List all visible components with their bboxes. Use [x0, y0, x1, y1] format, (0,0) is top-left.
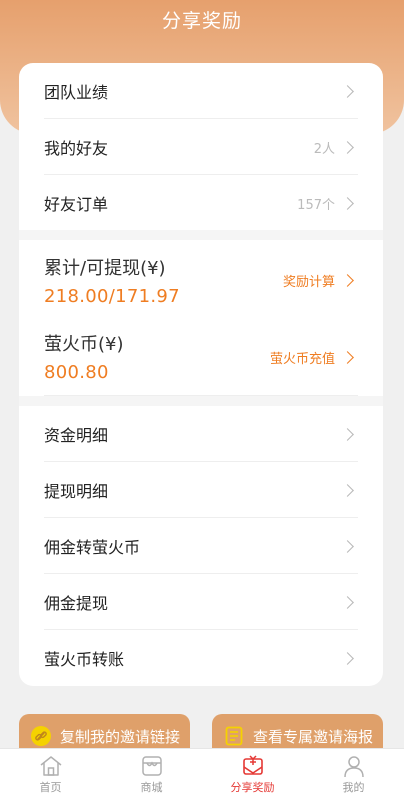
orders-count: 157个	[297, 197, 335, 213]
reward-calc-label: 奖励计算	[282, 275, 335, 290]
menu-item-label: 佣金提现	[44, 594, 109, 613]
tab-label: 商城	[140, 781, 163, 794]
chevron-right-icon	[341, 140, 354, 154]
share-reward-icon	[242, 755, 263, 775]
coin-recharge-label: 萤火币充值	[269, 352, 335, 367]
menu-item-label: 提现明细	[44, 482, 109, 501]
chevron-right-icon	[341, 351, 354, 364]
menu-item-coin-transfer[interactable]: 萤火币转账	[19, 630, 383, 686]
chevron-right-icon	[341, 196, 354, 210]
menu-item-label: 佣金转萤火币	[44, 538, 141, 557]
menu-item-friend-orders[interactable]: 好友订单 157个	[19, 175, 383, 231]
user-icon	[343, 756, 364, 778]
menu-item-label: 好友订单	[44, 195, 109, 214]
coin-recharge-link[interactable]: 萤火币充值	[270, 348, 355, 367]
section-gap	[19, 230, 383, 240]
stat-label: 累计/可提现(¥)	[44, 258, 166, 279]
chevron-right-icon	[341, 274, 354, 287]
copy-invite-link-label: 复制我的邀请链接	[60, 727, 181, 746]
tab-home[interactable]: 首页	[0, 749, 101, 803]
reward-calc-link[interactable]: 奖励计算	[283, 271, 355, 290]
chevron-right-icon	[341, 427, 354, 441]
menu-item-fund-details[interactable]: 资金明细	[19, 406, 383, 462]
chevron-right-icon	[341, 595, 354, 609]
poster-icon	[225, 726, 243, 746]
menu-item-label: 资金明细	[44, 426, 109, 445]
menu-item-commission-to-coin[interactable]: 佣金转萤火币	[19, 518, 383, 574]
link-icon	[31, 726, 51, 746]
tab-share-reward[interactable]: 分享奖励	[202, 749, 303, 803]
bottom-tab-bar: 首页 商城 分享奖励 我的	[0, 748, 404, 803]
menu-item-commission-withdraw[interactable]: 佣金提现	[19, 574, 383, 630]
stat-value: 800.80	[44, 362, 109, 383]
menu-item-label: 我的好友	[44, 139, 109, 158]
tab-label: 分享奖励	[230, 781, 275, 794]
friends-count: 2人	[313, 141, 335, 157]
menu-item-team-performance[interactable]: 团队业绩	[19, 63, 383, 119]
home-icon	[40, 756, 61, 776]
menu-item-my-friends[interactable]: 我的好友 2人	[19, 119, 383, 175]
shop-icon	[141, 756, 162, 776]
view-invite-poster-label: 查看专属邀请海报	[253, 727, 374, 746]
stat-withdrawable: 累计/可提现(¥) 218.00/171.97	[44, 254, 180, 307]
tab-label: 我的	[342, 781, 365, 794]
chevron-right-icon	[341, 483, 354, 497]
tab-shop[interactable]: 商城	[101, 749, 202, 803]
chevron-right-icon	[341, 651, 354, 665]
chevron-right-icon	[341, 539, 354, 553]
tab-label: 首页	[39, 781, 62, 794]
tab-mine[interactable]: 我的	[303, 749, 404, 803]
menu-item-label: 萤火币转账	[44, 650, 125, 669]
menu-item-withdraw-details[interactable]: 提现明细	[19, 462, 383, 518]
rewards-card: 团队业绩 我的好友 2人 好友订单 157个 累计/可提现(¥) 218.00/…	[19, 63, 383, 686]
stat-firefly-coin: 萤火币(¥) 800.80	[44, 330, 124, 383]
stat-label: 萤火币(¥)	[44, 334, 124, 355]
menu-item-label: 团队业绩	[44, 83, 109, 102]
section-gap	[19, 396, 383, 406]
chevron-right-icon	[341, 84, 354, 98]
page-title: 分享奖励	[161, 10, 242, 32]
stat-value: 218.00/171.97	[44, 286, 180, 307]
